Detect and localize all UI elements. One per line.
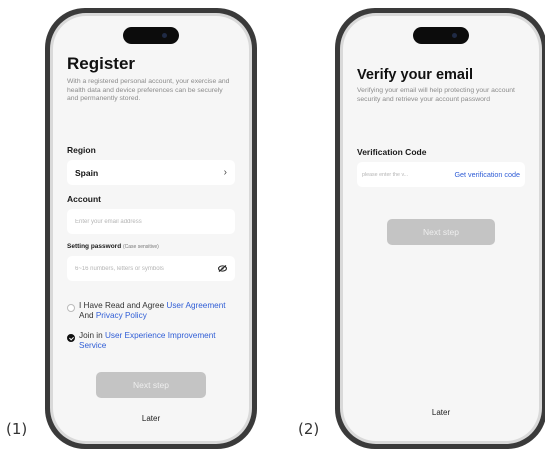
join-checkbox[interactable] — [67, 334, 75, 342]
join-row[interactable]: Join in User Experience Improvement Serv… — [67, 331, 241, 351]
password-label-text: Setting password — [67, 243, 122, 250]
password-placeholder: 6~16 numbers, letters or symbols — [75, 265, 164, 272]
join-text: Join in User Experience Improvement Serv… — [79, 331, 216, 350]
figure-label-1: (1) — [6, 420, 28, 438]
privacy-policy-link[interactable]: Privacy Policy — [96, 311, 147, 320]
next-step-button[interactable]: Next step — [387, 219, 495, 245]
page-description: Verifying your email will help protectin… — [357, 87, 515, 103]
later-button[interactable]: Later — [53, 414, 249, 423]
user-agreement-link[interactable]: User Agreement — [166, 301, 225, 310]
agreement-text: I Have Read and Agree User Agreement And… — [79, 301, 226, 320]
verification-code-field[interactable]: please enter the v... Get verification c… — [357, 162, 525, 187]
agreement-radio[interactable] — [67, 304, 75, 312]
next-step-button[interactable]: Next step — [96, 372, 206, 398]
page-title: Verify your email — [357, 67, 474, 83]
dynamic-island — [413, 27, 469, 44]
phone-register: Register With a registered personal acco… — [45, 8, 257, 449]
later-button[interactable]: Later — [343, 408, 539, 417]
email-field[interactable]: Enter your email address — [67, 209, 235, 234]
password-label: Setting password (Case sensitive) — [67, 243, 159, 250]
account-label: Account — [67, 194, 101, 204]
verify-screen: Verify your email Verifying your email w… — [343, 16, 539, 441]
verification-code-placeholder: please enter the v... — [362, 171, 409, 178]
page-title: Register — [67, 54, 136, 73]
password-field[interactable]: 6~16 numbers, letters or symbols — [67, 256, 235, 281]
page-description: With a registered personal account, your… — [67, 78, 230, 103]
register-screen: Register With a registered personal acco… — [53, 16, 249, 441]
email-placeholder: Enter your email address — [75, 218, 142, 225]
region-value: Spain — [75, 167, 99, 178]
eye-hidden-icon[interactable] — [218, 265, 227, 272]
region-selector[interactable]: Spain › — [67, 160, 235, 185]
phone-verify: Verify your email Verifying your email w… — [335, 8, 545, 449]
verification-code-label: Verification Code — [357, 147, 427, 157]
phone-bezel: Verify your email Verifying your email w… — [340, 13, 542, 444]
phone-bezel: Register With a registered personal acco… — [50, 13, 252, 444]
dynamic-island — [123, 27, 179, 44]
agreement-row[interactable]: I Have Read and Agree User Agreement And… — [67, 301, 237, 321]
get-verification-code-button[interactable]: Get verification code — [454, 170, 520, 179]
password-hint: (Case sensitive) — [123, 244, 159, 250]
figure-label-2: (2) — [298, 420, 320, 438]
chevron-right-icon: › — [223, 167, 227, 178]
region-label: Region — [67, 145, 96, 155]
